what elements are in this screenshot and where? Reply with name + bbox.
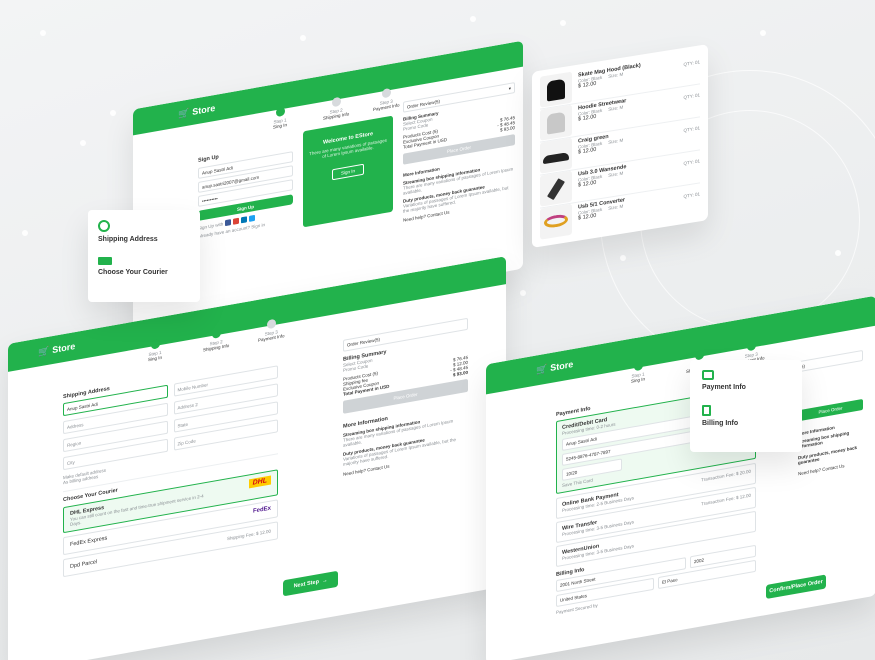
- product-image: [540, 203, 572, 240]
- step-3: Step 3Payment Info: [373, 86, 400, 112]
- step-1: Step 1 Sing In: [148, 339, 162, 362]
- brand-name: Store: [52, 341, 76, 356]
- cart-logo-icon: 🛒: [536, 363, 548, 376]
- product-list: Skate Mag Hood (Black) Color: Black Size: …: [540, 51, 700, 241]
- cart-logo-icon: 🛒: [38, 345, 50, 358]
- tag-billing-info: Billing Info: [702, 420, 739, 427]
- place-order-button[interactable]: Place Order: [798, 398, 863, 422]
- tag-choose-courier: Choose Your Courier: [98, 269, 168, 276]
- product-image: [540, 137, 572, 174]
- step-1: Step 1 Sing In: [631, 360, 645, 384]
- truck-icon: [98, 257, 112, 265]
- signup-form: Sign Up Anup Sastri Adi anup.sastri2007@…: [198, 141, 293, 239]
- arrow-right-icon: →: [321, 577, 328, 585]
- signin-button[interactable]: Sign In: [331, 163, 364, 181]
- step-1: Step 1 Sing In: [273, 106, 287, 130]
- welcome-panel: Welcome to EStore There are many variati…: [303, 115, 393, 228]
- next-step-button[interactable]: Next Step →: [283, 570, 338, 597]
- wallet-icon: [702, 370, 714, 380]
- shipping-form: Shipping Address Anup Sastri Adi Mobile …: [63, 356, 278, 578]
- tag-shipping-address: Shipping Address: [98, 236, 158, 243]
- payment-steps-tag: Payment Info Billing Info: [690, 360, 802, 452]
- cart-logo-icon: 🛒: [178, 106, 190, 119]
- linkedin-icon[interactable]: [241, 216, 248, 224]
- product-image: [540, 71, 572, 108]
- chevron-down-icon: ▾: [508, 85, 511, 91]
- tag-payment-info: Payment Info: [702, 384, 746, 391]
- product-image: [540, 170, 572, 207]
- facebook-icon[interactable]: [225, 219, 232, 227]
- receipt-icon: [702, 405, 711, 416]
- product-image: [540, 104, 572, 141]
- order-products-card: Skate Mag Hood (Black) Color: Black Size: …: [532, 44, 708, 248]
- order-review-column: Order Review(5) Billing Summary Select C…: [343, 317, 468, 477]
- location-icon: [98, 220, 110, 232]
- step-2: Step 2Shipping Info: [203, 327, 229, 353]
- shipping-steps-tag: Shipping Address Choose Your Courier: [88, 210, 200, 302]
- step-3: Step 3Payment Info: [258, 317, 285, 343]
- order-review-column: Order Review(5) ▾ Billing Summary Select …: [403, 82, 515, 223]
- brand-name: Store: [550, 359, 574, 374]
- payment-page-card: 🛒 Store Step 1Sing In Step 2Shipping Inf…: [486, 295, 875, 660]
- twitter-icon[interactable]: [249, 214, 256, 222]
- confirm-order-button[interactable]: Confirm/Place Order: [766, 574, 826, 600]
- shipping-page-card: 🛒 Store Step 1 Sing In Step 2 Shipping Inf…: [8, 256, 506, 660]
- google-icon[interactable]: [233, 217, 240, 225]
- step-2: Step 2Shipping Info: [323, 95, 349, 121]
- dhl-logo: DHL: [248, 475, 271, 489]
- brand-name: Store: [192, 102, 216, 117]
